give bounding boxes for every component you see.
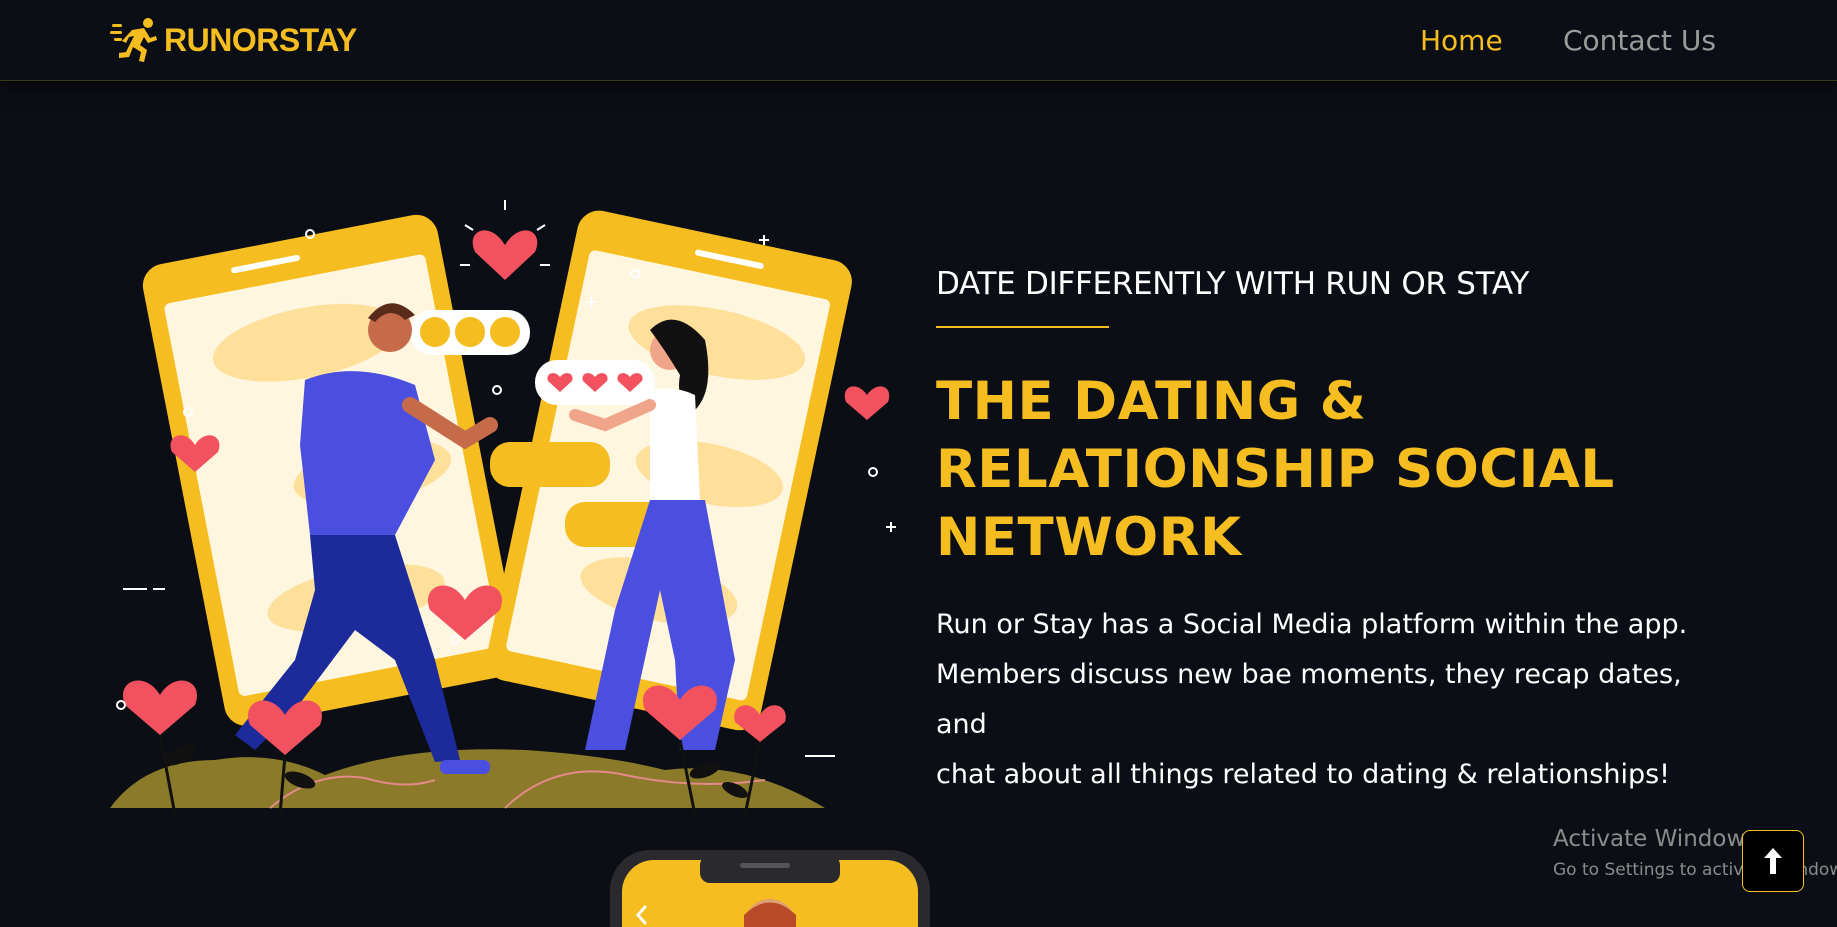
headline-line-1: THE DATING & — [936, 371, 1367, 432]
brand-logo[interactable]: RUNORSTAY — [110, 18, 357, 62]
hero-tagline: DATE DIFFERENTLY WITH RUN OR STAY — [936, 266, 1529, 302]
headline-line-2: RELATIONSHIP SOCIAL — [936, 439, 1615, 500]
headline-line-3: NETWORK — [936, 507, 1242, 568]
scroll-to-top-button[interactable] — [1742, 830, 1804, 892]
running-man-icon — [110, 18, 157, 62]
top-navbar: RUNORSTAY Home Contact Us — [0, 0, 1837, 81]
arrow-up-icon — [1764, 848, 1782, 874]
description-line-1: Run or Stay has a Social Media platform … — [936, 609, 1688, 640]
nav-link-home[interactable]: Home — [1420, 24, 1503, 57]
description-line-3: chat about all things related to dating … — [936, 759, 1670, 790]
hero-illustration — [110, 200, 896, 816]
nav-link-contact-us[interactable]: Contact Us — [1563, 24, 1716, 57]
tagline-underline — [936, 326, 1109, 328]
hero-description: Run or Stay has a Social Media platform … — [936, 600, 1696, 800]
windows-activation-title: Activate Windows — [1553, 826, 1758, 852]
app-phone-preview — [610, 850, 930, 927]
hero-headline: THE DATING & RELATIONSHIP SOCIAL NETWORK — [936, 368, 1656, 572]
brand-name: RUNORSTAY — [164, 21, 357, 58]
description-line-2: Members discuss new bae moments, they re… — [936, 659, 1682, 740]
